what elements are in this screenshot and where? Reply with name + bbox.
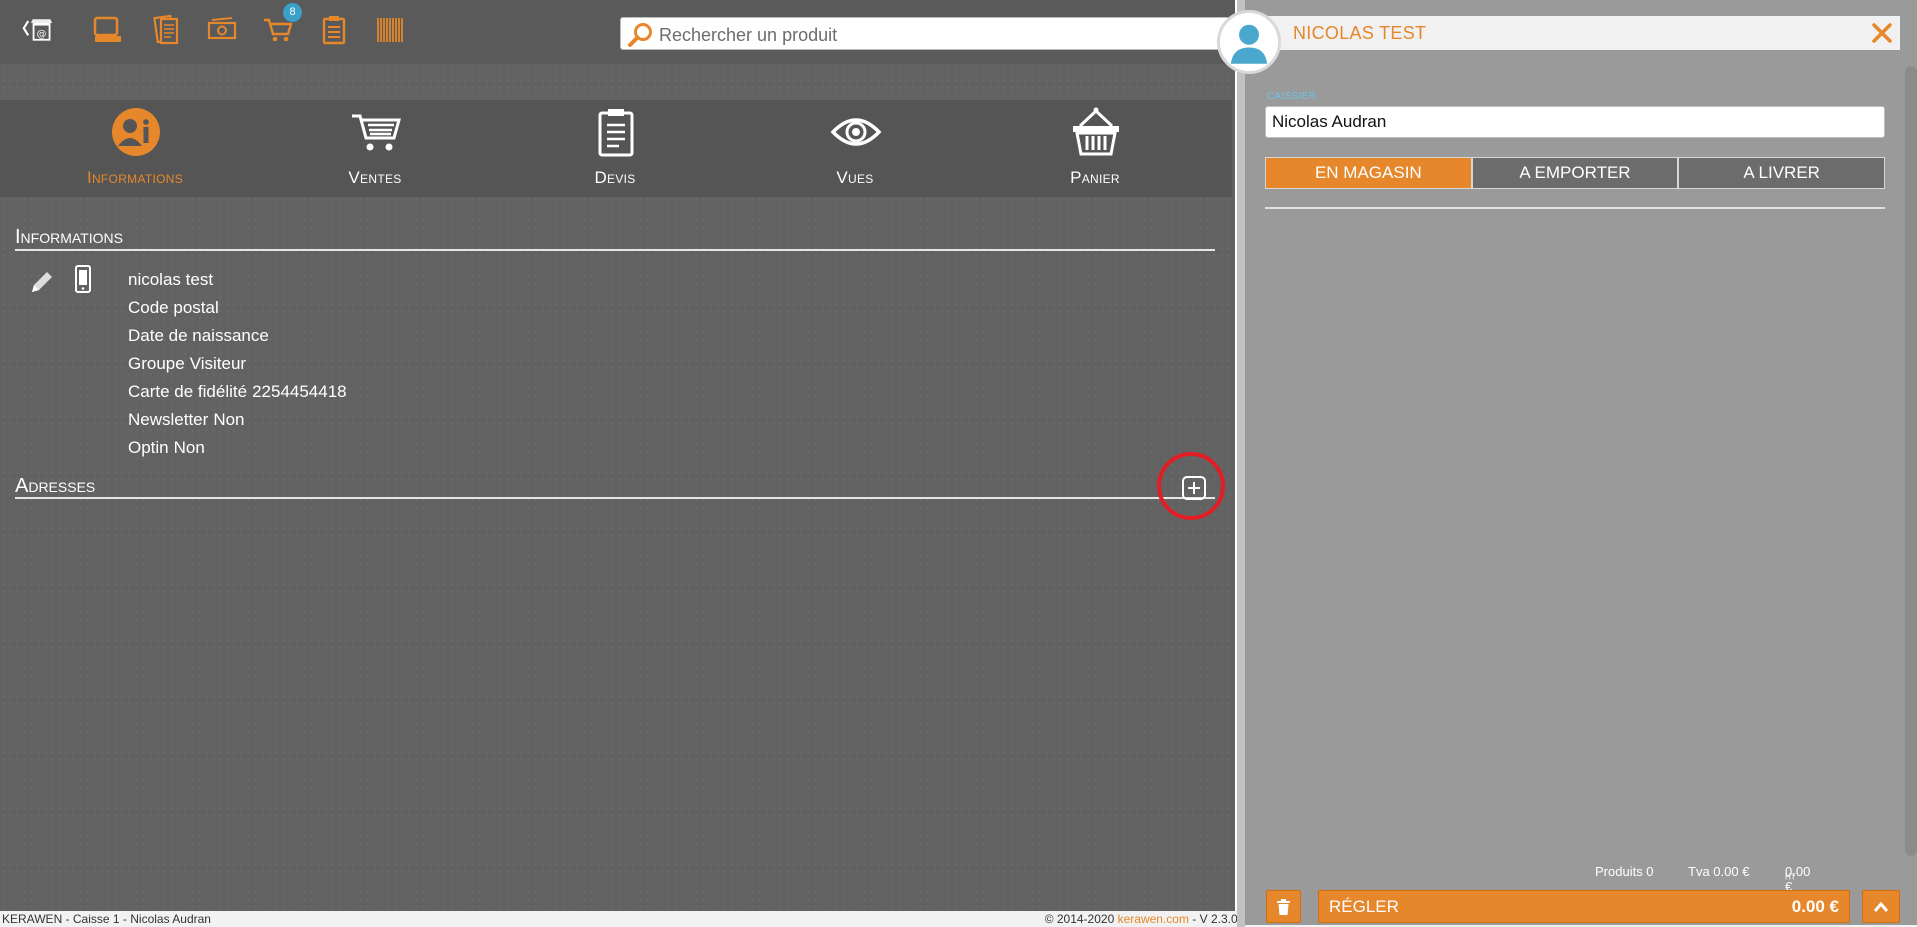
tab-label: Vues	[836, 168, 874, 187]
group-row: Groupe Visiteur	[128, 354, 247, 373]
product-search	[620, 17, 1230, 50]
loyalty-card-row: Carte de fidélité 2254454418	[128, 382, 347, 401]
eye-icon	[830, 118, 882, 146]
tab-label: Informations	[86, 168, 184, 187]
receipts-icon[interactable]	[148, 12, 184, 48]
cart-count-badge: 8	[283, 3, 302, 22]
footer-link[interactable]: kerawen.com	[1118, 912, 1189, 926]
scrollbar[interactable]	[1905, 66, 1917, 856]
terminal-icon[interactable]	[90, 12, 126, 48]
tab-devis[interactable]: Devis	[495, 100, 735, 197]
newsletter-row: Newsletter Non	[128, 410, 245, 429]
order-mode-selector: EN MAGASIN A EMPORTER A LIVRER	[1265, 157, 1886, 189]
add-square-icon[interactable]	[1181, 475, 1207, 501]
cashier-field[interactable]	[1265, 106, 1885, 138]
main-pane: @ 8 Informations	[0, 0, 1235, 927]
tab-ventes[interactable]: Ventes	[255, 100, 495, 197]
tab-informations[interactable]: Informations	[15, 100, 255, 197]
customer-name-title: NICOLAS TEST	[1293, 23, 1427, 43]
user-avatar-icon[interactable]	[1217, 10, 1281, 74]
quote-clipboard-icon	[598, 109, 634, 157]
section-divider	[15, 249, 1215, 251]
search-icon	[628, 23, 652, 47]
footer-copyright: © 2014-2020 kerawen.com - V 2.3.0 -	[1044, 912, 1245, 926]
customer-tabs: Informations Ventes Devis Vues Panier	[0, 100, 1232, 197]
info-person-icon	[112, 108, 160, 156]
cash-icon[interactable]	[204, 12, 240, 48]
trash-icon	[1277, 899, 1290, 915]
back-shop-icon[interactable]: @	[20, 12, 56, 48]
phone-icon[interactable]	[72, 264, 96, 296]
top-toolbar: @ 8	[0, 0, 1235, 64]
tab-label: Devis	[594, 168, 636, 187]
tab-label: Panier	[1070, 168, 1120, 187]
search-input[interactable]	[657, 22, 1221, 48]
informations-heading: Informations	[15, 226, 123, 248]
status-footer: KERAWEN - Caisse 1 - Nicolas Audran © 20…	[0, 911, 1245, 927]
pay-label: RÉGLER	[1329, 897, 1399, 916]
pencil-icon[interactable]	[28, 268, 56, 296]
expand-button[interactable]	[1862, 890, 1900, 923]
mode-a-emporter[interactable]: A EMPORTER	[1471, 157, 1679, 189]
close-icon[interactable]	[1870, 21, 1894, 45]
mode-a-livrer[interactable]: A LIVRER	[1678, 157, 1886, 189]
footer-session: KERAWEN - Caisse 1 - Nicolas Audran	[2, 912, 211, 926]
clipboard-icon[interactable]	[316, 12, 352, 48]
mode-en-magasin[interactable]: EN MAGASIN	[1265, 157, 1472, 189]
vat-total: Tva 0.00 €	[1688, 864, 1750, 879]
pay-button[interactable]: RÉGLER 0.00 €	[1318, 890, 1850, 923]
barcode-icon[interactable]	[372, 12, 408, 48]
tab-vues[interactable]: Vues	[735, 100, 975, 197]
chevron-up-icon	[1873, 901, 1889, 912]
pane-divider[interactable]	[1237, 0, 1245, 927]
cart-divider	[1265, 207, 1885, 209]
customer-header: NICOLAS TEST	[1217, 10, 1900, 74]
birthdate-row: Date de naissance	[128, 326, 269, 345]
tab-panier[interactable]: Panier	[975, 100, 1215, 197]
cashier-label: CAISSIER	[1267, 91, 1317, 102]
products-count: Produits 0	[1595, 864, 1654, 879]
sales-cart-icon	[352, 114, 401, 151]
addresses-heading: Adresses	[15, 475, 96, 497]
cart-icon[interactable]: 8	[260, 3, 302, 48]
svg-text:@: @	[37, 29, 47, 40]
basket-icon	[1073, 107, 1119, 156]
cart-pane: NICOLAS TEST CAISSIER EN MAGASIN A EMPOR…	[1217, 0, 1917, 927]
cart-totals: Produits 0 Tva 0.00 € 0.00 € HT	[1245, 864, 1900, 894]
clear-cart-button[interactable]	[1266, 890, 1301, 923]
pay-amount: 0.00 €	[1791, 897, 1839, 916]
section-divider	[15, 497, 1215, 499]
tab-label: Ventes	[348, 168, 402, 187]
ht-total: 0.00 € HT	[1785, 864, 1811, 894]
postal-code-row: Code postal	[128, 298, 219, 317]
customer-name: nicolas test	[128, 270, 214, 289]
optin-row: Optin Non	[128, 438, 205, 457]
